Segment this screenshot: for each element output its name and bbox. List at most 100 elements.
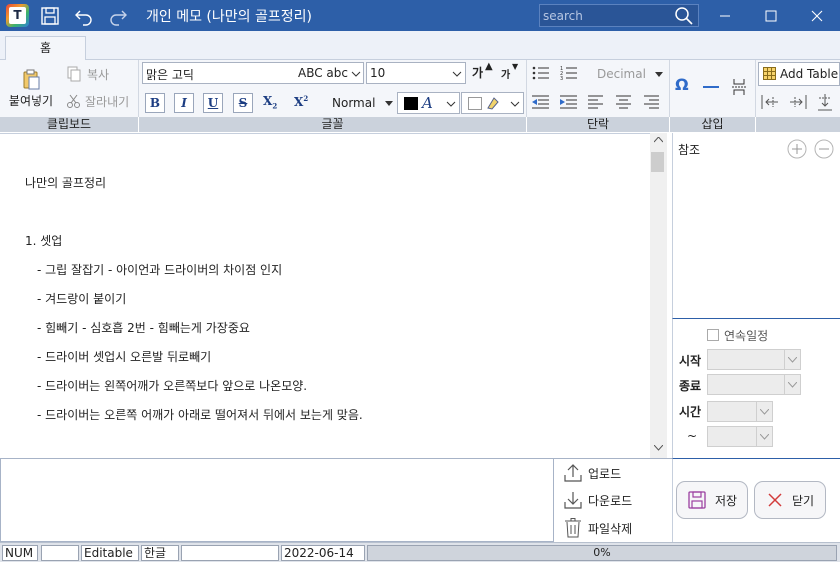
download-button[interactable]: 다운로드 bbox=[564, 490, 632, 510]
chevron-down-icon bbox=[760, 408, 769, 415]
list-style-value: Decimal bbox=[597, 67, 646, 81]
scroll-down-icon[interactable] bbox=[654, 445, 663, 451]
app-logo-letter: T bbox=[9, 7, 26, 24]
minimize-button[interactable] bbox=[702, 0, 748, 31]
app-logo-icon[interactable]: T bbox=[6, 4, 29, 27]
bullet-list-button[interactable] bbox=[532, 65, 550, 84]
start-time-select[interactable] bbox=[707, 401, 773, 422]
divider bbox=[669, 60, 670, 117]
indent-increase-button[interactable] bbox=[560, 95, 580, 113]
cut-button[interactable]: 잘라내기 bbox=[66, 90, 138, 112]
numbered-list-button[interactable]: 123 bbox=[560, 65, 578, 84]
chevron-down-icon bbox=[510, 101, 520, 107]
italic-button[interactable]: I bbox=[174, 93, 194, 113]
caret-down-icon bbox=[655, 72, 663, 77]
font-color-picker[interactable]: A bbox=[397, 92, 460, 114]
page-break-button[interactable] bbox=[731, 78, 747, 99]
highlight-color-picker[interactable] bbox=[461, 92, 524, 114]
align-left-button[interactable] bbox=[588, 95, 608, 113]
end-date-select[interactable] bbox=[707, 374, 801, 395]
add-table-button[interactable]: Add Table bbox=[758, 62, 840, 86]
close-icon bbox=[768, 493, 782, 507]
search-box[interactable] bbox=[539, 4, 699, 27]
start-date-select[interactable] bbox=[707, 349, 801, 370]
doc-line: 1. 셋업 bbox=[25, 234, 63, 248]
indent-icon bbox=[560, 95, 577, 109]
outdent-icon bbox=[532, 95, 549, 109]
doc-line: - 드라이버 셋업시 오른발 뒤로빼기 bbox=[37, 350, 212, 364]
progress-bar: 0% bbox=[367, 545, 837, 561]
page-break-icon bbox=[732, 79, 746, 95]
grow-font-button[interactable]: 가 ▲ bbox=[472, 61, 494, 84]
close-button[interactable]: 닫기 bbox=[754, 481, 826, 519]
minimize-icon bbox=[720, 15, 730, 16]
attachment-list[interactable] bbox=[0, 458, 554, 542]
close-label: 닫기 bbox=[791, 493, 815, 508]
search-icon[interactable] bbox=[674, 6, 694, 29]
list-style-combo[interactable]: Decimal bbox=[590, 64, 666, 84]
save-button[interactable]: 저장 bbox=[676, 481, 748, 519]
save-icon[interactable] bbox=[39, 5, 61, 27]
align-right-button[interactable] bbox=[644, 95, 664, 113]
divider bbox=[138, 60, 139, 117]
align-center-button[interactable] bbox=[616, 95, 636, 113]
status-bar: NUM Editable 한글 2022-06-14 0% bbox=[0, 542, 840, 562]
style-combo[interactable]: Normal bbox=[330, 93, 394, 115]
shrink-font-label: 가 bbox=[501, 70, 511, 81]
chevron-down-icon bbox=[351, 71, 361, 77]
delete-file-button[interactable]: 파일삭제 bbox=[564, 518, 632, 538]
memo-editor[interactable]: 나만의 골프정리 1. 셋업 - 그립 잘잡기 - 아이언과 드라이버의 차이점… bbox=[0, 133, 650, 458]
font-size-combo[interactable]: 10 bbox=[366, 62, 466, 84]
ribbon-tab-row: 홈 bbox=[0, 31, 840, 61]
insert-row-button[interactable] bbox=[817, 93, 833, 114]
schedule-pane: 연속일정 시작 종료 시간 ~ bbox=[672, 318, 840, 458]
insert-column-right-button[interactable] bbox=[789, 94, 807, 113]
remove-reference-icon[interactable] bbox=[814, 139, 834, 159]
insert-column-left-button[interactable] bbox=[761, 94, 779, 113]
upload-label: 업로드 bbox=[588, 466, 622, 481]
paste-button[interactable]: 붙여넣기 bbox=[4, 66, 58, 114]
add-table-label: Add Table bbox=[780, 67, 839, 81]
insert-row-icon bbox=[818, 94, 832, 111]
continuous-checkbox[interactable] bbox=[707, 329, 719, 341]
maximize-button[interactable] bbox=[748, 0, 794, 31]
end-time-select[interactable] bbox=[707, 426, 773, 447]
tab-home[interactable]: 홈 bbox=[5, 36, 86, 61]
ribbon: 붙여넣기 복사 잘라내기 맑은 고딕 ABC abc 10 가 ▲ 가 ▼ B I … bbox=[0, 60, 840, 117]
copy-icon bbox=[67, 66, 81, 82]
close-window-button[interactable] bbox=[794, 0, 840, 31]
undo-icon[interactable] bbox=[73, 5, 95, 27]
start-label: 시작 bbox=[679, 354, 702, 368]
special-char-button[interactable]: Ω bbox=[675, 75, 689, 94]
bold-button[interactable]: B bbox=[145, 93, 165, 113]
table-group-label bbox=[756, 117, 840, 132]
cut-label: 잘라내기 bbox=[85, 94, 130, 109]
delete-file-label: 파일삭제 bbox=[588, 521, 633, 536]
shrink-font-button[interactable]: 가 ▼ bbox=[501, 62, 523, 86]
strikethrough-button[interactable]: S bbox=[233, 93, 253, 113]
ime-indicator: 한글 bbox=[141, 545, 179, 561]
subscript-button[interactable]: X2 bbox=[263, 94, 285, 114]
font-name-combo[interactable]: 맑은 고딕 ABC abc bbox=[142, 62, 364, 84]
align-right-icon bbox=[644, 95, 659, 109]
scroll-up-icon[interactable] bbox=[654, 137, 663, 143]
chevron-down-icon bbox=[446, 101, 456, 107]
font-color-swatch bbox=[404, 97, 418, 110]
redo-icon[interactable] bbox=[107, 5, 129, 27]
editor-scrollbar[interactable] bbox=[650, 133, 667, 458]
doc-line: - 힘빼기 - 심호흡 2번 - 힘빼는게 가장중요 bbox=[37, 321, 250, 335]
edit-mode-indicator: Editable bbox=[81, 545, 139, 561]
add-reference-icon[interactable] bbox=[787, 139, 807, 159]
indent-decrease-button[interactable] bbox=[532, 95, 552, 113]
underline-button[interactable]: U bbox=[203, 93, 223, 113]
font-name-value: 맑은 고딕 bbox=[146, 68, 194, 82]
horizontal-line-button[interactable] bbox=[703, 86, 719, 88]
superscript-button[interactable]: X2 bbox=[294, 94, 316, 114]
scrollbar-thumb[interactable] bbox=[651, 152, 664, 172]
search-input[interactable] bbox=[543, 7, 673, 24]
upload-button[interactable]: 업로드 bbox=[564, 463, 621, 483]
close-icon bbox=[811, 10, 823, 21]
paragraph-group-label: 단락 bbox=[527, 117, 670, 132]
copy-button[interactable]: 복사 bbox=[66, 63, 134, 85]
paste-label: 붙여넣기 bbox=[8, 94, 54, 108]
